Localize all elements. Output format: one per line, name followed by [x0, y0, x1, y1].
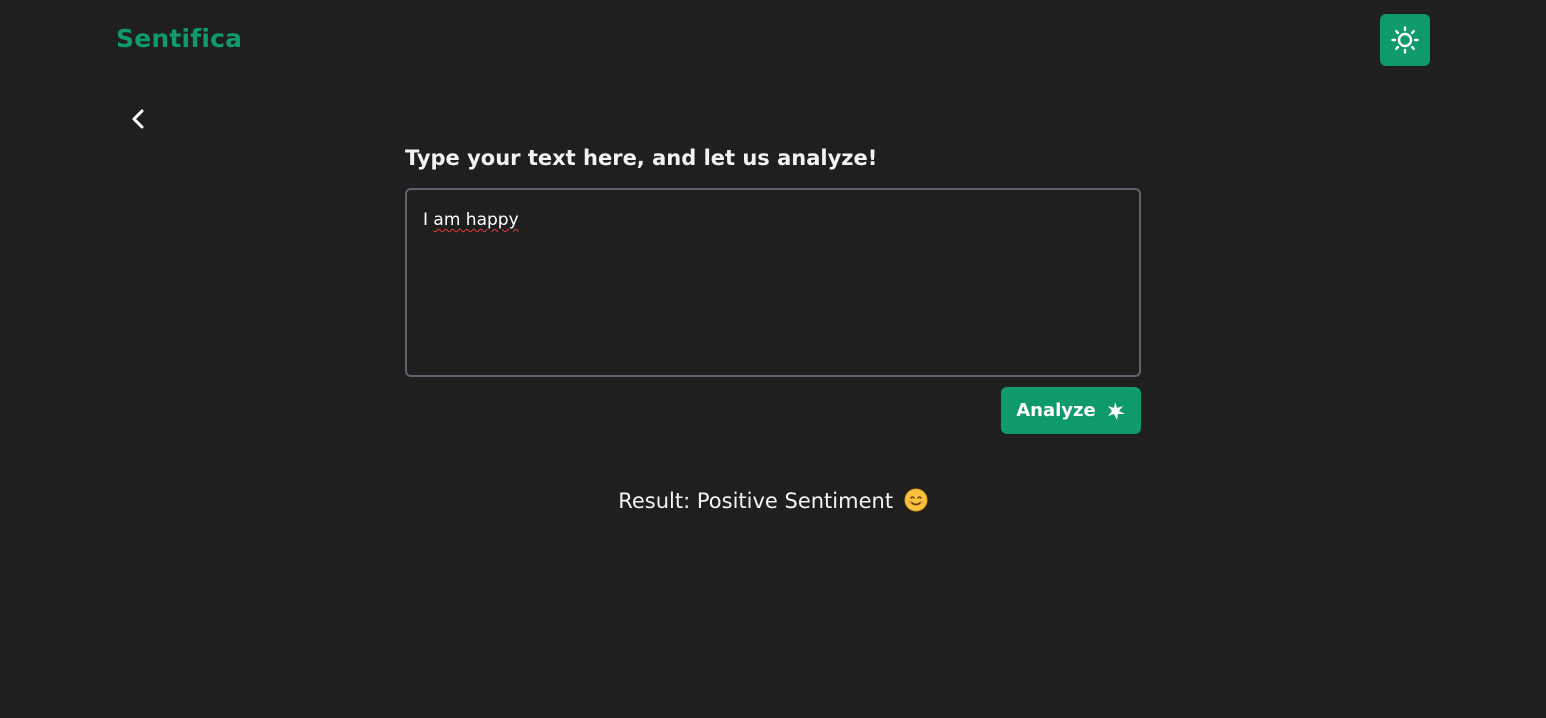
input-text-rest: am happy	[433, 210, 519, 230]
sparkle-icon	[1107, 401, 1125, 420]
analyze-button[interactable]: Analyze	[1001, 387, 1141, 434]
theme-toggle-button[interactable]	[1380, 14, 1430, 66]
analyze-button-label: Analyze	[1016, 400, 1096, 421]
result-text: Result: Positive Sentiment	[618, 489, 894, 513]
input-prompt-label: Type your text here, and let us analyze!	[405, 146, 878, 170]
smiling-face-icon	[904, 488, 928, 512]
brand-logo[interactable]: Sentifica	[116, 24, 242, 53]
input-text-first: I	[423, 210, 429, 230]
result-display: Result: Positive Sentiment	[0, 488, 1546, 513]
sun-icon	[1391, 26, 1419, 54]
page: Sentifica Type your text here, and let u…	[0, 0, 1546, 718]
back-button[interactable]	[124, 104, 152, 134]
text-input[interactable]: I am happy	[405, 188, 1141, 377]
chevron-left-icon	[132, 109, 144, 129]
